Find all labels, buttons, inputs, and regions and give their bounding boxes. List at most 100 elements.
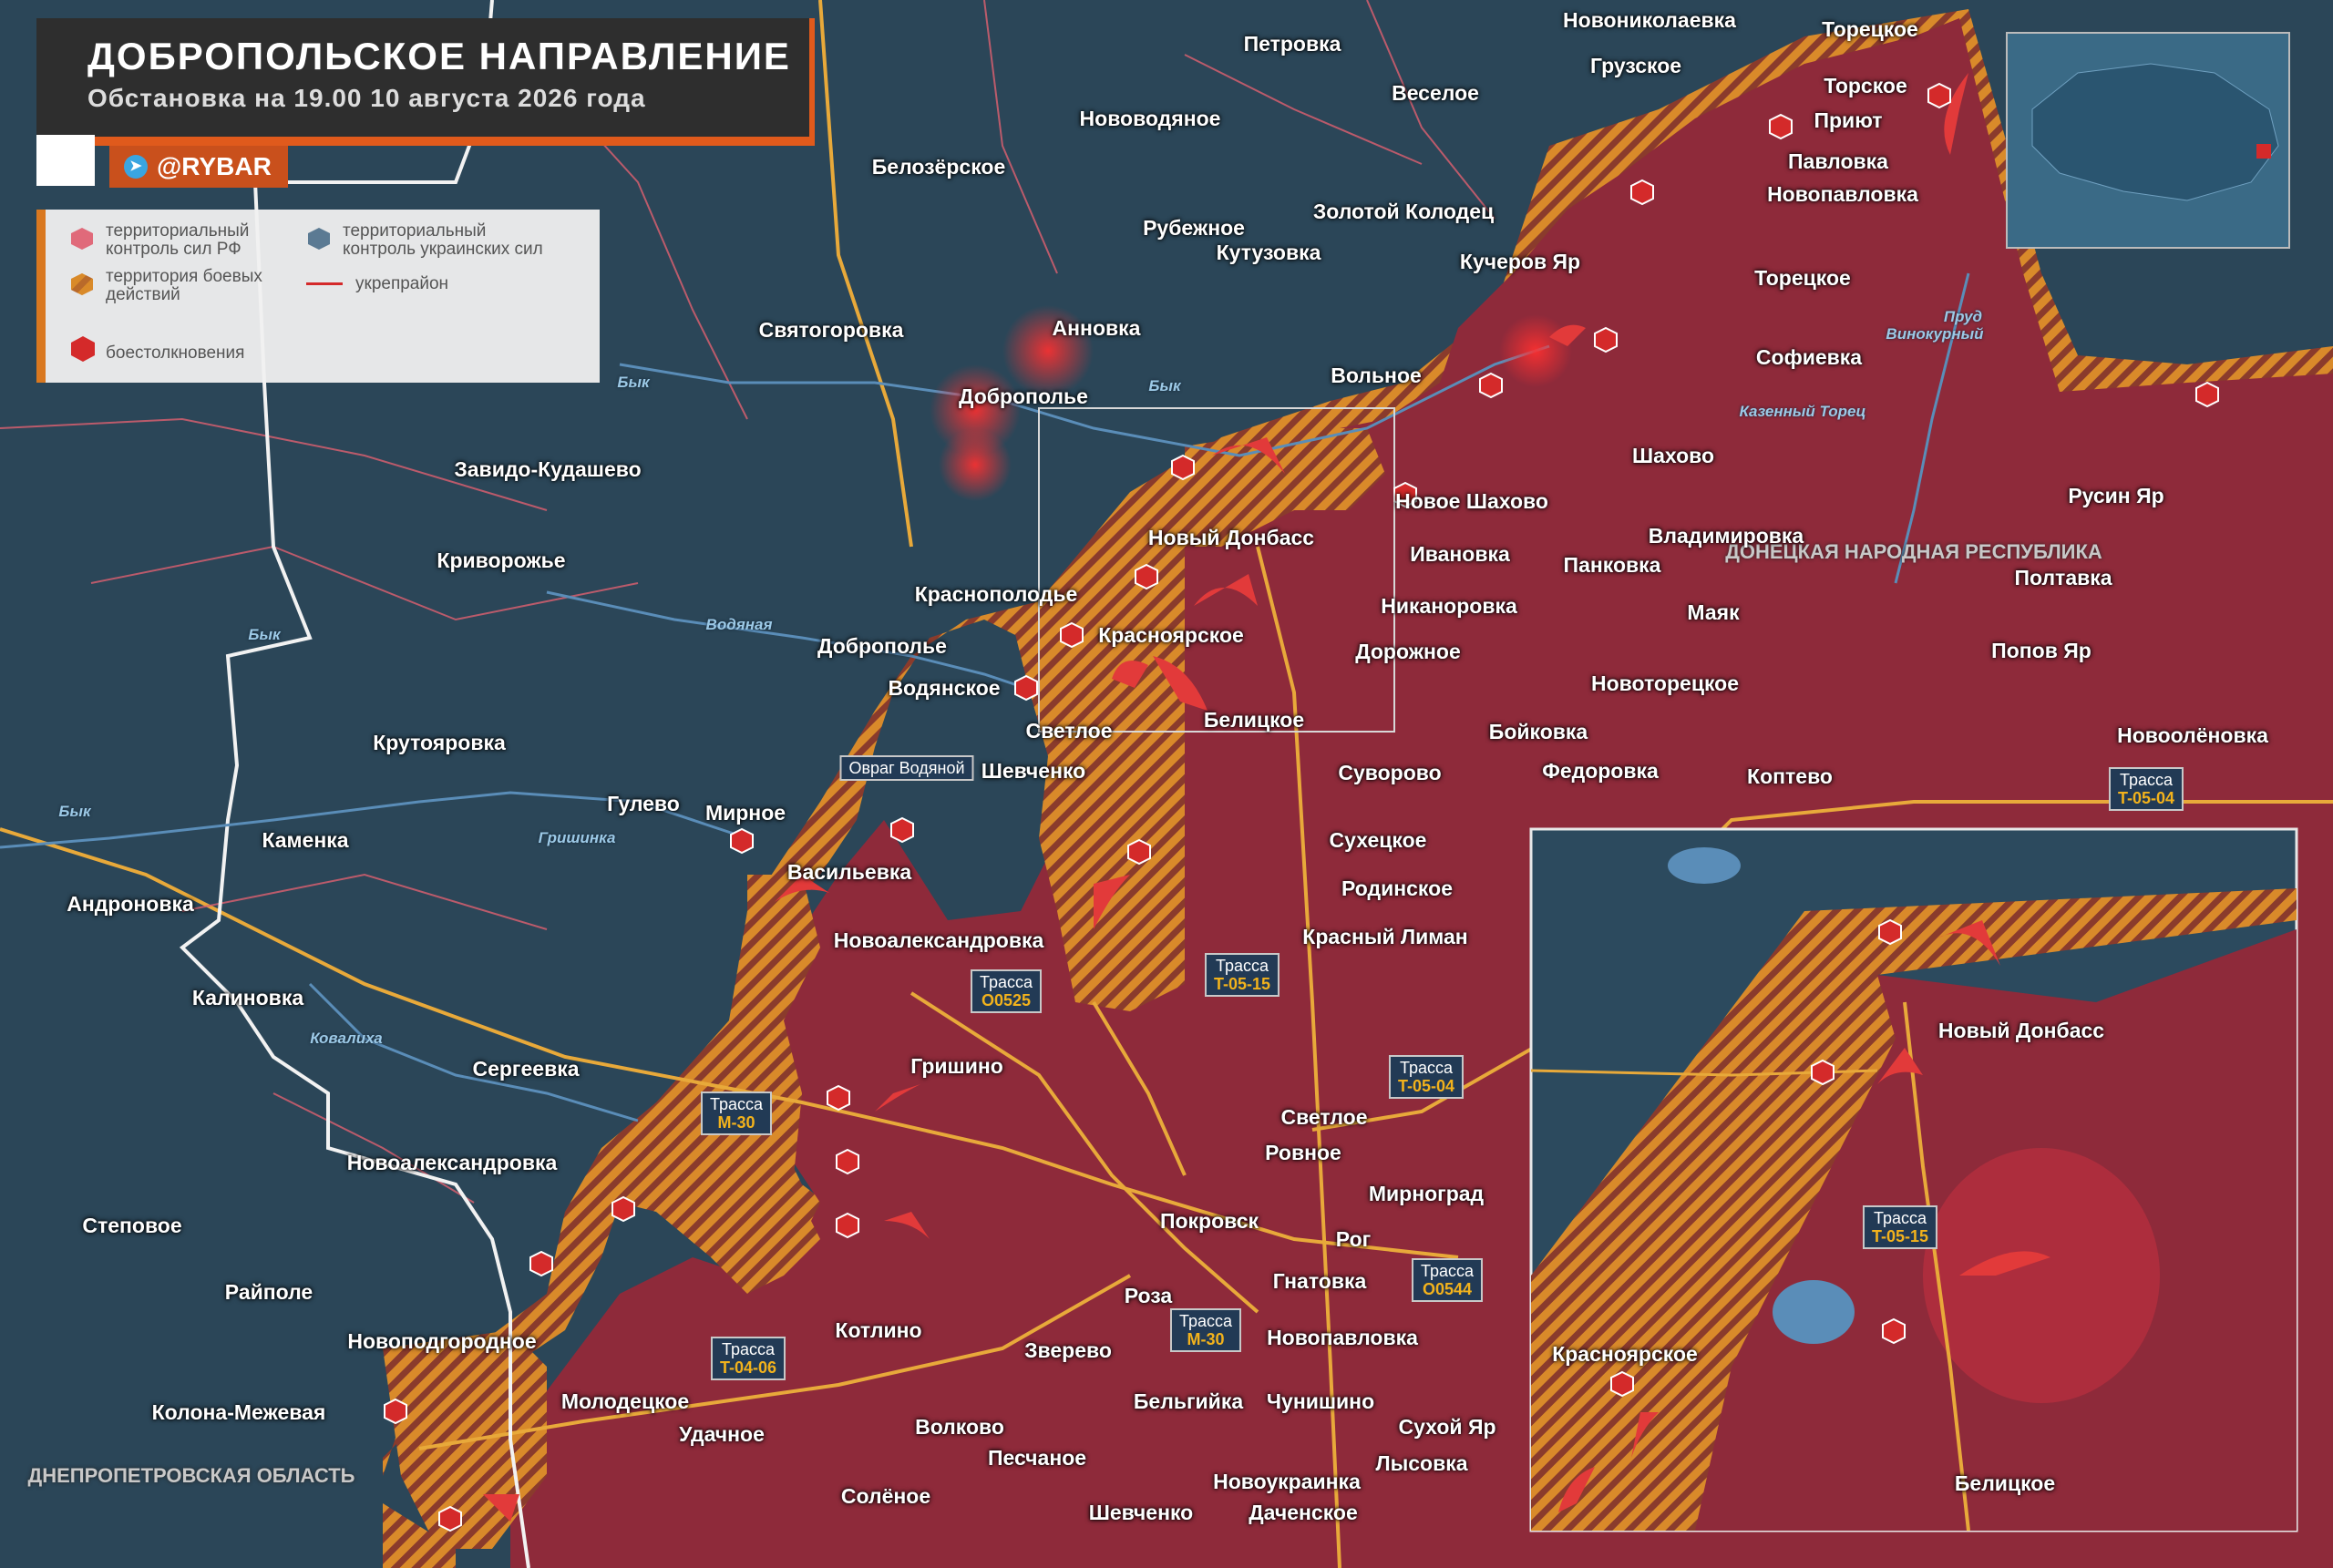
settlement-label: Новоторецкое bbox=[1590, 671, 1740, 695]
settlement-label: Новое Шахово bbox=[1395, 489, 1548, 513]
page-title: ДОБРОПОЛЬСКОЕ НАПРАВЛЕНИЕ bbox=[87, 35, 791, 77]
combat-swatch bbox=[71, 273, 93, 295]
settlement-label: Новопавловка bbox=[1767, 182, 1918, 206]
channel-badge[interactable]: ➤ @RYBAR bbox=[109, 146, 288, 188]
settlement-label: Волково bbox=[915, 1415, 1004, 1439]
settlement-label: Вольное bbox=[1331, 364, 1422, 387]
settlement-label: Зверево bbox=[1024, 1338, 1112, 1362]
settlement-label: Сухецкое bbox=[1329, 828, 1427, 852]
settlement-label: Гулево bbox=[607, 792, 680, 815]
ru-control-swatch bbox=[71, 228, 93, 250]
highway-label: Трасса M-30 bbox=[1169, 1308, 1242, 1352]
settlement-label: Суворово bbox=[1338, 761, 1442, 784]
settlement-label: Сухой Яр bbox=[1398, 1415, 1496, 1439]
settlement-label: Анновка bbox=[1052, 316, 1141, 340]
river-label: Бык bbox=[1148, 377, 1181, 395]
river-label: Бык bbox=[58, 803, 91, 820]
settlement-label: Торецкое bbox=[1822, 17, 1918, 41]
settlement-label: Покровск bbox=[1159, 1209, 1259, 1233]
settlement-label: Попов Яр bbox=[1991, 639, 2091, 662]
highway-label: Трасса M-30 bbox=[700, 1091, 773, 1135]
settlement-label: Софиевка bbox=[1755, 345, 1863, 369]
settlement-label: Владимировка bbox=[1648, 524, 1804, 548]
river-label: Бык bbox=[248, 626, 281, 643]
settlement-label: Котлино bbox=[835, 1318, 922, 1342]
settlement-label: Новоолёновка bbox=[2117, 723, 2268, 747]
settlement-label: Павловка bbox=[1788, 149, 1888, 173]
settlement-label: Новоукраинка bbox=[1213, 1470, 1361, 1493]
legend-clashes: боестолкновения bbox=[106, 343, 245, 363]
header-stripe bbox=[36, 137, 815, 146]
settlement-label: Андроновка bbox=[67, 892, 194, 916]
highway-label: Трасса T-05-15 bbox=[1204, 953, 1280, 997]
legend-ua-control: территориальный контроль украинских сил bbox=[343, 221, 543, 259]
settlement-label: Родинское bbox=[1341, 876, 1453, 900]
fortified-swatch bbox=[306, 282, 343, 285]
settlement-label: Шевченко bbox=[1088, 1501, 1194, 1524]
settlement-label: Сергеевка bbox=[472, 1057, 580, 1081]
settlement-label: Золотой Колодец bbox=[1312, 200, 1495, 223]
settlement-label: Лысовка bbox=[1375, 1451, 1468, 1475]
settlement-label: Солёное bbox=[840, 1484, 931, 1508]
settlement-label: Бойковка bbox=[1488, 720, 1588, 743]
settlement-label: Святогоровка bbox=[758, 318, 904, 342]
settlement-label: Светлое bbox=[1280, 1105, 1368, 1129]
settlement-label: Коптево bbox=[1747, 764, 1833, 788]
highway-label: Трасса T-05-04 bbox=[1388, 1055, 1465, 1099]
qr-code-icon bbox=[36, 135, 95, 186]
settlement-label: Завидо-Кудашево bbox=[454, 457, 642, 481]
settlement-label: Доброполье bbox=[817, 634, 947, 658]
settlement-label: Панковка bbox=[1563, 553, 1661, 577]
settlement-label: Ровное bbox=[1265, 1141, 1341, 1164]
settlement-label: Рубежное bbox=[1143, 216, 1245, 240]
settlement-label: Нововодяное bbox=[1079, 107, 1221, 130]
ravine-label: Овраг Водяной bbox=[839, 755, 974, 781]
settlement-label: Гнатовка bbox=[1272, 1269, 1367, 1293]
river-label: Бык bbox=[617, 374, 650, 391]
settlement-label: Белицкое bbox=[1203, 708, 1305, 732]
highway-label: Трасса O0525 bbox=[970, 969, 1043, 1013]
settlement-label: Удачное bbox=[679, 1422, 765, 1446]
settlement-label: Красный Лиман bbox=[1302, 925, 1468, 948]
settlement-label: Торское bbox=[1824, 74, 1907, 97]
settlement-label: Гришино bbox=[910, 1054, 1003, 1078]
telegram-icon: ➤ bbox=[124, 155, 148, 179]
settlement-label: Новый Донбасс bbox=[1147, 526, 1315, 549]
settlement-label: Бельгийка bbox=[1133, 1389, 1244, 1413]
settlement-label: Криворожье bbox=[437, 548, 566, 572]
settlement-label: Доброполье bbox=[959, 384, 1088, 408]
settlement-label: Красноярское bbox=[1098, 623, 1244, 647]
settlement-label: Новониколаевка bbox=[1563, 8, 1736, 32]
inset-settlement-label: Белицкое bbox=[1954, 1471, 2056, 1495]
settlement-label: Ивановка bbox=[1410, 542, 1510, 566]
inset-settlement-label: Новый Донбасс bbox=[1937, 1019, 2105, 1042]
settlement-label: Кутузовка bbox=[1216, 241, 1321, 264]
settlement-label: Чунишино bbox=[1266, 1389, 1375, 1413]
inset-highway-label: Трасса T-05-15 bbox=[1862, 1205, 1938, 1249]
settlement-label: Федоровка bbox=[1542, 759, 1659, 783]
page-subtitle: Обстановка на 19.00 10 августа 2026 года bbox=[87, 84, 646, 112]
settlement-label: Водянское bbox=[888, 676, 1001, 700]
settlement-label: Дорожное bbox=[1355, 640, 1461, 663]
legend: территориальный контроль сил РФ территор… bbox=[36, 210, 600, 383]
settlement-label: Торецкое bbox=[1754, 266, 1851, 290]
legend-combat: территория боевых действий bbox=[106, 267, 262, 304]
river-label: Гришинка bbox=[538, 829, 616, 846]
settlement-label: Кучеров Яр bbox=[1459, 250, 1581, 273]
settlement-label: Приют bbox=[1814, 108, 1883, 132]
settlement-label: Краснополодье bbox=[914, 582, 1078, 606]
river-label: Ковалиха bbox=[310, 1030, 383, 1047]
channel-name: @RYBAR bbox=[157, 152, 272, 180]
settlement-label: Песчаное bbox=[987, 1446, 1087, 1470]
settlement-label: Полтавка bbox=[2014, 566, 2112, 589]
settlement-label: Молодецкое bbox=[560, 1389, 690, 1413]
settlement-label: Новоалександровка bbox=[833, 928, 1044, 952]
locator-map bbox=[2006, 32, 2290, 249]
settlement-label: Даченское bbox=[1249, 1501, 1358, 1524]
ua-control-swatch bbox=[308, 228, 330, 250]
highway-label: Трасса T-04-06 bbox=[710, 1337, 786, 1380]
settlement-label: Васильевка bbox=[786, 860, 912, 884]
legend-ru-control: территориальный контроль сил РФ bbox=[106, 221, 250, 259]
clash-swatch bbox=[71, 336, 95, 362]
header-panel: ДОБРОПОЛЬСКОЕ НАПРАВЛЕНИЕ Обстановка на … bbox=[36, 18, 815, 146]
